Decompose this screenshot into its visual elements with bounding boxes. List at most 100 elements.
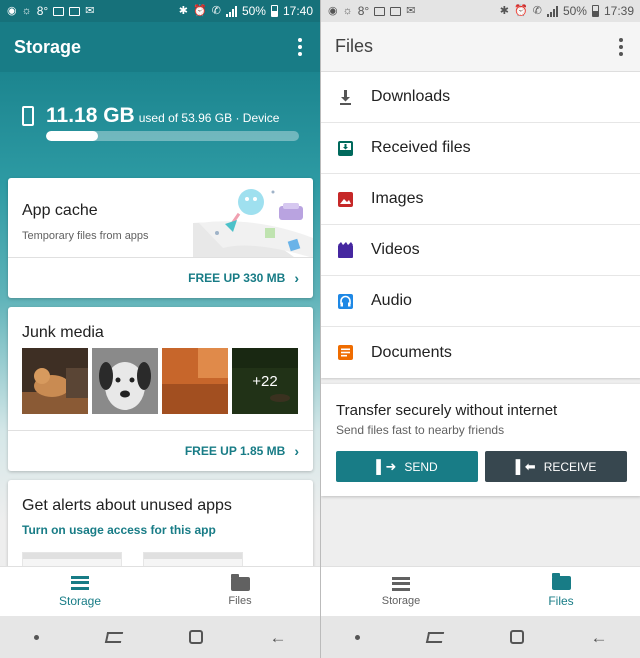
junk-media-thumbnails: +22 <box>22 348 298 414</box>
bluetooth-icon: ✱ <box>178 4 189 17</box>
device-icon <box>22 106 34 126</box>
receive-arrow-icon: ▌⬅ <box>515 458 536 474</box>
media-thumbnail[interactable] <box>162 348 228 414</box>
youtube-icon <box>374 6 386 16</box>
usage-access-link[interactable]: Turn on usage access for this app <box>22 523 216 537</box>
bottom-navigation: Storage Files <box>0 566 320 616</box>
more-options-icon[interactable] <box>615 34 627 60</box>
card-divider <box>8 257 313 258</box>
file-category-label: Received files <box>371 139 471 156</box>
wifi-call-icon: ✆ <box>211 4 221 17</box>
media-thumbnail-more[interactable]: +22 <box>232 348 298 414</box>
storage-usage-bar <box>46 131 299 141</box>
battery-icon <box>591 5 599 17</box>
chevron-right-icon: › <box>294 443 299 459</box>
folder-icon <box>230 573 250 591</box>
storage-usage-fill <box>46 131 99 141</box>
status-bar: ◉ ☼ 8° ✉ ✱ ⏰ ✆ 50% 17:40 <box>0 0 320 22</box>
alarm-icon: ⏰ <box>514 4 528 17</box>
bottom-navigation: Storage Files <box>321 566 640 616</box>
file-category-label: Downloads <box>371 88 451 105</box>
junk-media-card[interactable]: Junk media +22 FREE UP 1.85 MB › <box>8 307 313 471</box>
signal-icon <box>225 5 237 17</box>
folder-icon <box>551 572 571 590</box>
floor-photo-thumbnail <box>162 348 228 414</box>
dog-photo-thumbnail <box>92 348 158 414</box>
nav-dot-icon[interactable] <box>33 634 39 640</box>
video-icon <box>337 241 354 259</box>
receive-label: RECEIVE <box>543 459 597 474</box>
back-arrow-icon[interactable]: ← <box>270 629 287 646</box>
file-categories-list: Downloads Received files Images Videos A… <box>321 72 640 378</box>
status-time: 17:40 <box>282 4 313 18</box>
file-category-audio[interactable]: Audio <box>321 276 640 327</box>
page-title: Files <box>335 36 374 56</box>
status-temperature: 8° <box>357 4 370 18</box>
image-icon <box>337 191 354 208</box>
page-title: Storage <box>14 36 82 57</box>
nav-files-tab[interactable]: Files <box>481 567 640 616</box>
send-arrow-icon: ▌➜ <box>376 458 397 474</box>
storage-used: 11.18 GB <box>46 104 135 127</box>
messenger-icon: ◉ <box>328 4 338 17</box>
gallery-icon <box>390 6 402 16</box>
transfer-subtitle: Send files fast to nearby friends <box>336 423 505 437</box>
media-thumbnail[interactable] <box>92 348 158 414</box>
files-screen: ◉ ☼ 8° ✉ ✱ ⏰ ✆ 50% 17:39 Files Downloads <box>320 0 640 658</box>
card-divider <box>8 430 313 431</box>
more-options-icon[interactable] <box>294 34 306 60</box>
storage-total: used of 53.96 GB · Device <box>138 111 280 125</box>
battery-percent: 50% <box>241 4 266 18</box>
recent-apps-icon[interactable] <box>104 631 123 643</box>
storage-icon <box>392 576 410 591</box>
nav-files-tab[interactable]: Files <box>160 567 320 616</box>
more-media-count: +22 <box>232 348 298 414</box>
unused-apps-title: Get alerts about unused apps <box>22 497 232 514</box>
nav-files-label: Files <box>548 593 574 608</box>
storage-summary: 11.18 GB used of 53.96 GB · Device <box>22 104 279 128</box>
home-icon[interactable] <box>188 630 203 644</box>
file-category-downloads[interactable]: Downloads <box>321 72 640 123</box>
download-icon <box>337 89 354 106</box>
file-category-videos[interactable]: Videos <box>321 225 640 276</box>
status-temperature: 8° <box>36 4 49 18</box>
file-category-documents[interactable]: Documents <box>321 327 640 378</box>
recent-apps-icon[interactable] <box>425 631 444 643</box>
nav-dot-icon[interactable] <box>354 634 360 640</box>
file-category-label: Videos <box>371 241 420 258</box>
back-arrow-icon[interactable]: ← <box>591 629 608 646</box>
battery-icon <box>270 5 278 17</box>
free-up-cache-label: FREE UP 330 MB <box>188 271 286 285</box>
free-up-junk-button[interactable]: FREE UP 1.85 MB › <box>185 444 299 458</box>
app-cache-card[interactable]: App cache Temporary files from apps FREE… <box>8 178 313 298</box>
status-bar: ◉ ☼ 8° ✉ ✱ ⏰ ✆ 50% 17:39 <box>321 0 640 22</box>
cache-illustration <box>193 189 313 258</box>
transfer-title: Transfer securely without internet <box>336 402 558 419</box>
storage-icon <box>71 575 89 590</box>
messenger-icon: ◉ <box>7 4 17 17</box>
mail-icon: ✉ <box>85 4 95 17</box>
document-icon <box>337 344 354 361</box>
nav-storage-tab[interactable]: Storage <box>0 567 160 616</box>
alarm-icon: ⏰ <box>193 4 207 17</box>
weather-icon: ☼ <box>21 4 32 17</box>
home-icon[interactable] <box>509 630 524 644</box>
system-navigation-bar: ← <box>321 616 640 658</box>
nav-storage-tab[interactable]: Storage <box>321 567 481 616</box>
send-label: SEND <box>404 459 438 474</box>
status-time: 17:39 <box>603 4 634 18</box>
media-thumbnail[interactable] <box>22 348 88 414</box>
headphones-icon <box>337 293 354 310</box>
send-button[interactable]: ▌➜ SEND <box>336 451 478 482</box>
file-category-images[interactable]: Images <box>321 174 640 225</box>
file-category-received[interactable]: Received files <box>321 123 640 174</box>
battery-percent: 50% <box>562 4 587 18</box>
file-category-label: Documents <box>371 343 452 361</box>
gallery-icon <box>69 6 81 16</box>
receive-button[interactable]: ▌⬅ RECEIVE <box>485 451 627 482</box>
free-up-cache-button[interactable]: FREE UP 330 MB › <box>188 271 299 285</box>
system-navigation-bar: ← <box>0 616 320 658</box>
file-category-label: Audio <box>371 292 412 309</box>
app-bar: Storage <box>0 22 320 72</box>
transfer-card: Transfer securely without internet Send … <box>321 384 640 496</box>
